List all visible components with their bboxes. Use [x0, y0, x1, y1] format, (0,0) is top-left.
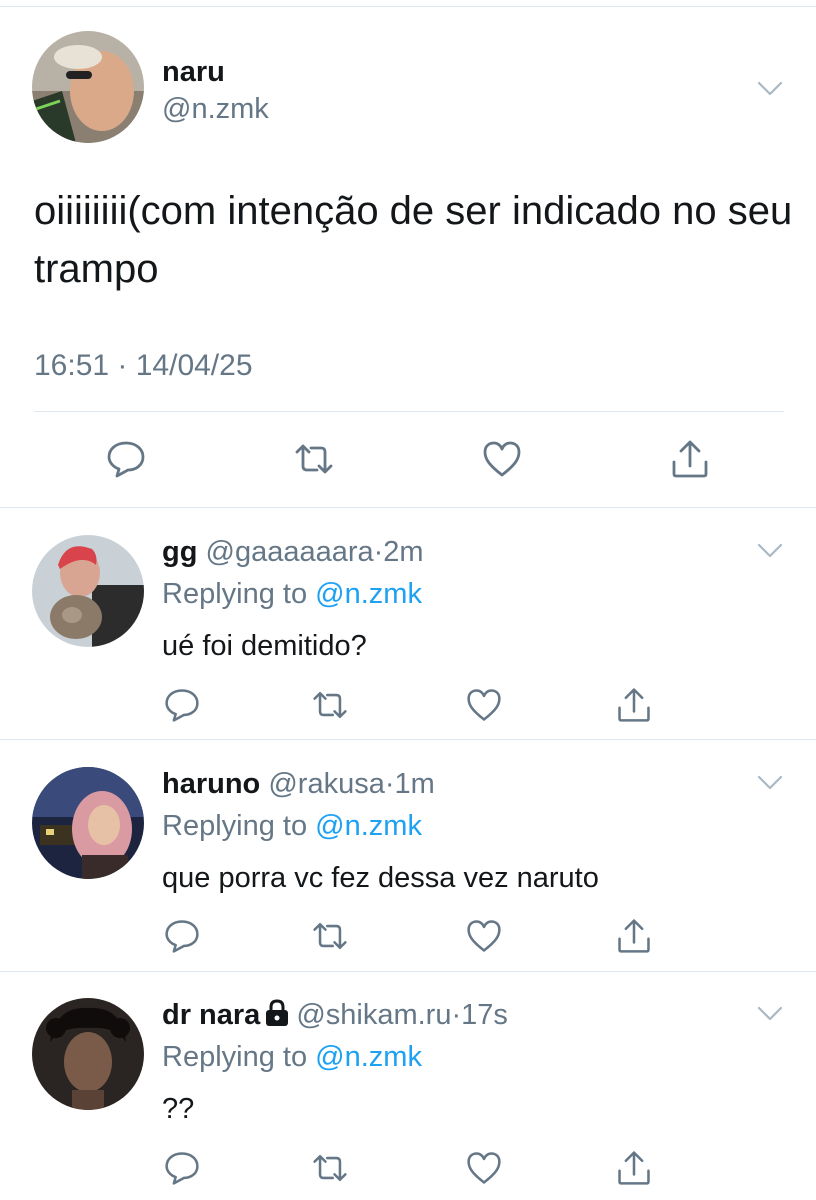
mention-link[interactable]: @n.zmk [315, 810, 422, 842]
reply-time[interactable]: 17s [461, 999, 508, 1031]
author-handle[interactable]: @shikam.ru [296, 999, 451, 1031]
heart-icon [467, 920, 501, 952]
reply-icon [165, 1152, 199, 1185]
share-button[interactable] [612, 1146, 656, 1190]
reply-button[interactable] [160, 1146, 204, 1190]
chevron-down-icon[interactable] [756, 542, 784, 560]
retweet-icon [295, 444, 333, 474]
share-button[interactable] [612, 683, 656, 727]
heart-icon [467, 689, 501, 721]
reply-text: que porra vc fez dessa vez naruto [162, 862, 599, 894]
reply-icon [107, 441, 145, 478]
retweet-icon [313, 922, 347, 950]
replying-to: Replying to @n.zmk [162, 810, 422, 843]
heart-icon [467, 1152, 501, 1184]
retweet-button[interactable] [308, 683, 352, 727]
avatar[interactable] [32, 998, 144, 1110]
like-button[interactable] [462, 683, 506, 727]
reply-button[interactable] [160, 683, 204, 727]
like-button[interactable] [462, 914, 506, 958]
share-button[interactable] [668, 437, 712, 481]
share-icon [672, 440, 708, 478]
replying-to: Replying to @n.zmk [162, 578, 422, 611]
retweet-button[interactable] [308, 1146, 352, 1190]
chevron-down-icon[interactable] [756, 774, 784, 792]
reply-button[interactable] [160, 914, 204, 958]
share-button[interactable] [612, 914, 656, 958]
share-icon [618, 919, 650, 953]
author-name[interactable]: dr nara [162, 999, 260, 1031]
retweet-icon [313, 1154, 347, 1182]
avatar[interactable] [32, 767, 144, 879]
mention-link[interactable]: @n.zmk [315, 1041, 422, 1073]
tweet-text: oiiiiiiii(com intenção de ser indicado n… [34, 189, 793, 291]
reply-text: ?? [162, 1093, 195, 1125]
replying-prefix: Replying to [162, 578, 316, 610]
author-handle[interactable]: @rakusa [268, 768, 384, 800]
avatar[interactable] [32, 535, 144, 647]
retweet-button[interactable] [292, 437, 336, 481]
divider [34, 411, 784, 412]
retweet-icon [313, 691, 347, 719]
separator-dot: · [384, 768, 395, 800]
lock-icon [266, 999, 289, 1026]
author-name[interactable]: gg [162, 536, 197, 568]
share-icon [618, 688, 650, 722]
tweet-timestamp[interactable]: 16:51 · 14/04/25 [34, 349, 253, 383]
reply-text: ué foi demitido? [162, 630, 367, 662]
replying-prefix: Replying to [162, 1041, 316, 1073]
author-handle[interactable]: @gaaaaaara [206, 536, 374, 568]
top-divider [0, 6, 816, 7]
divider [0, 739, 816, 740]
heart-icon [483, 441, 521, 477]
share-icon [618, 1151, 650, 1185]
separator-dot: · [373, 536, 384, 568]
reply-button[interactable] [104, 437, 148, 481]
reply-icon [165, 920, 199, 953]
separator-dot: · [451, 999, 462, 1031]
mention-link[interactable]: @n.zmk [315, 578, 422, 610]
chevron-down-icon[interactable] [756, 80, 784, 98]
like-button[interactable] [462, 1146, 506, 1190]
retweet-button[interactable] [308, 914, 352, 958]
avatar[interactable] [32, 31, 144, 143]
divider [0, 507, 816, 508]
author-handle[interactable]: @n.zmk [162, 93, 269, 126]
author-name[interactable]: haruno [162, 768, 260, 800]
replying-prefix: Replying to [162, 810, 316, 842]
author-name[interactable]: naru [162, 56, 225, 89]
like-button[interactable] [480, 437, 524, 481]
reply-time[interactable]: 1m [395, 768, 435, 800]
reply-time[interactable]: 2m [383, 536, 423, 568]
reply-icon [165, 689, 199, 722]
chevron-down-icon[interactable] [756, 1005, 784, 1023]
replying-to: Replying to @n.zmk [162, 1041, 422, 1074]
divider [0, 971, 816, 972]
